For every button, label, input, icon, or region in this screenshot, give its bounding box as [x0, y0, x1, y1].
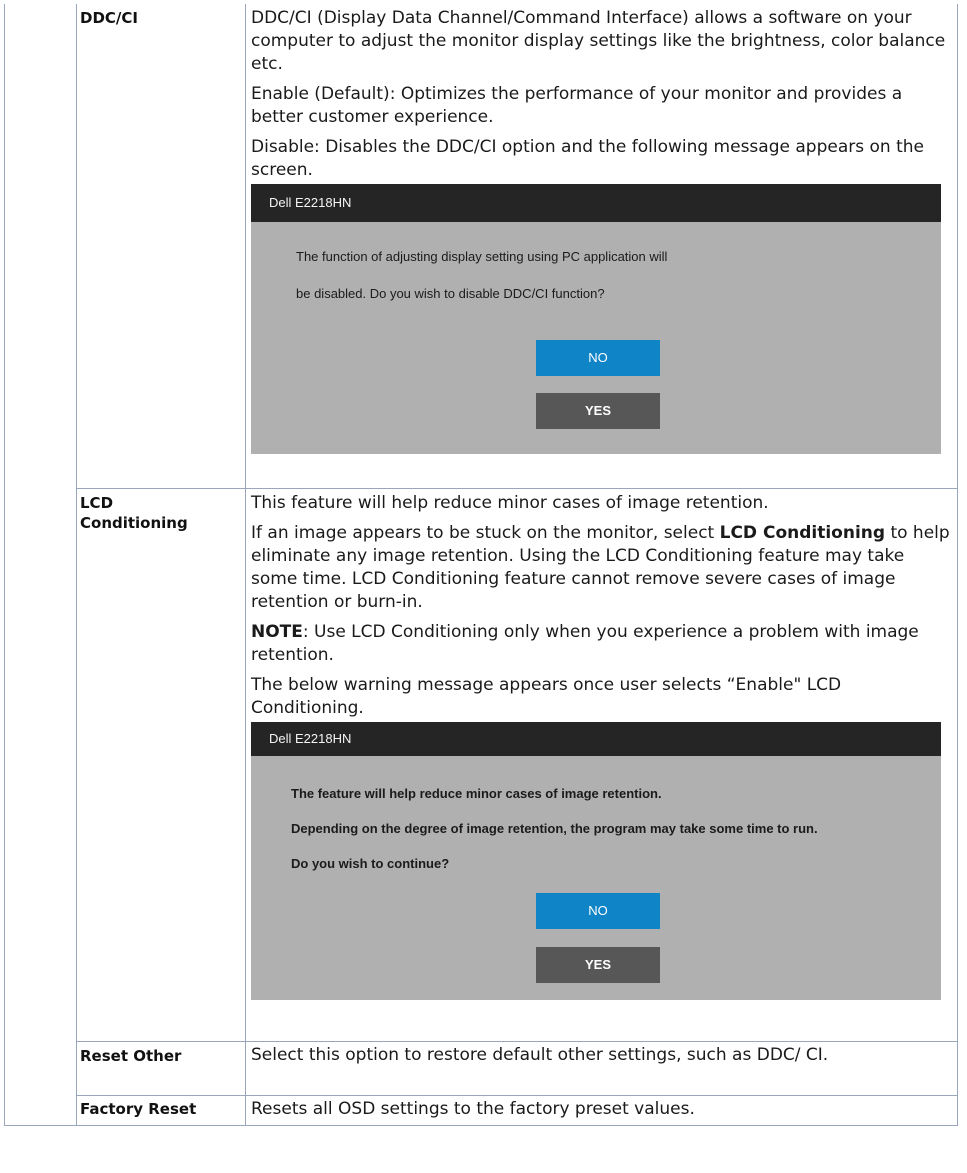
osd-message-line: be disabled. Do you wish to disable DDC/… — [296, 286, 605, 301]
note-paragraph: NOTE: Use LCD Conditioning only when you… — [251, 621, 951, 667]
osd-title-bar: Dell E2218HN — [251, 721, 941, 756]
setting-description-cell: DDC/CI (Display Data Channel/Command Int… — [245, 4, 958, 488]
osd-message-line: Do you wish to continue? — [291, 855, 450, 871]
setting-label-cell: Factory Reset — [76, 1094, 246, 1126]
osd-message-line: The function of adjusting display settin… — [296, 249, 668, 264]
setting-label: Factory Reset — [80, 1099, 197, 1118]
setting-label-cell: Reset Other — [76, 1040, 246, 1095]
yes-button[interactable]: YES — [536, 393, 660, 429]
description-paragraph: This feature will help reduce minor case… — [251, 492, 769, 513]
description-paragraph: Resets all OSD settings to the factory p… — [251, 1098, 695, 1119]
description-paragraph: Enable (Default): Optimizes the performa… — [251, 84, 903, 127]
setting-description-cell: Select this option to restore default ot… — [245, 1040, 958, 1095]
description-emphasis: LCD Conditioning — [719, 522, 886, 543]
setting-label-cell: DDC/CI — [76, 4, 246, 488]
description-paragraph: The below warning message appears once u… — [251, 674, 842, 718]
no-button[interactable]: NO — [536, 892, 660, 929]
description-paragraph: If an image appears to be stuck on the m… — [251, 522, 951, 614]
osd-message-line: The feature will help reduce minor cases… — [291, 785, 662, 801]
osd-title-bar: Dell E2218HN — [251, 184, 941, 222]
note-label: NOTE — [251, 621, 303, 642]
description-paragraph: Select this option to restore default ot… — [251, 1044, 829, 1065]
setting-label: LCD Conditioning — [80, 493, 188, 532]
no-button[interactable]: NO — [536, 340, 660, 376]
osd-warning-dialog: Dell E2218HN The feature will help reduc… — [251, 721, 941, 1000]
description-text: If an image appears to be stuck on the m… — [251, 522, 720, 543]
osd-message-dialog: Dell E2218HN The function of adjusting d… — [251, 184, 941, 454]
osd-message-line: Depending on the degree of image retenti… — [291, 820, 818, 836]
table-row-factory-reset: Factory Reset Resets all OSD settings to… — [5, 1094, 958, 1126]
setting-label-cell: LCD Conditioning — [76, 487, 246, 1041]
description-paragraph: DDC/CI (Display Data Channel/Command Int… — [251, 8, 946, 74]
setting-label: Reset Other — [80, 1046, 182, 1065]
setting-description-cell: Resets all OSD settings to the factory p… — [245, 1094, 958, 1126]
table-row-ddcci: DDC/CI DDC/CI (Display Data Channel/Comm… — [4, 4, 958, 1125]
description-paragraph: Disable: Disables the DDC/CI option and … — [251, 137, 924, 180]
table-row-reset-other: Reset Other Select this option to restor… — [5, 1040, 958, 1095]
table-row-lcd-conditioning: LCD Conditioning This feature will help … — [5, 487, 958, 1041]
osd-settings-table: DDC/CI DDC/CI (Display Data Channel/Comm… — [4, 4, 958, 1126]
setting-label: DDC/CI — [80, 9, 138, 27]
note-text: : Use LCD Conditioning only when you exp… — [251, 621, 919, 665]
setting-description-cell: This feature will help reduce minor case… — [245, 487, 958, 1041]
yes-button[interactable]: YES — [536, 946, 660, 983]
left-margin-column — [4, 4, 77, 1125]
manual-page: DDC/CI DDC/CI (Display Data Channel/Comm… — [0, 0, 967, 1173]
